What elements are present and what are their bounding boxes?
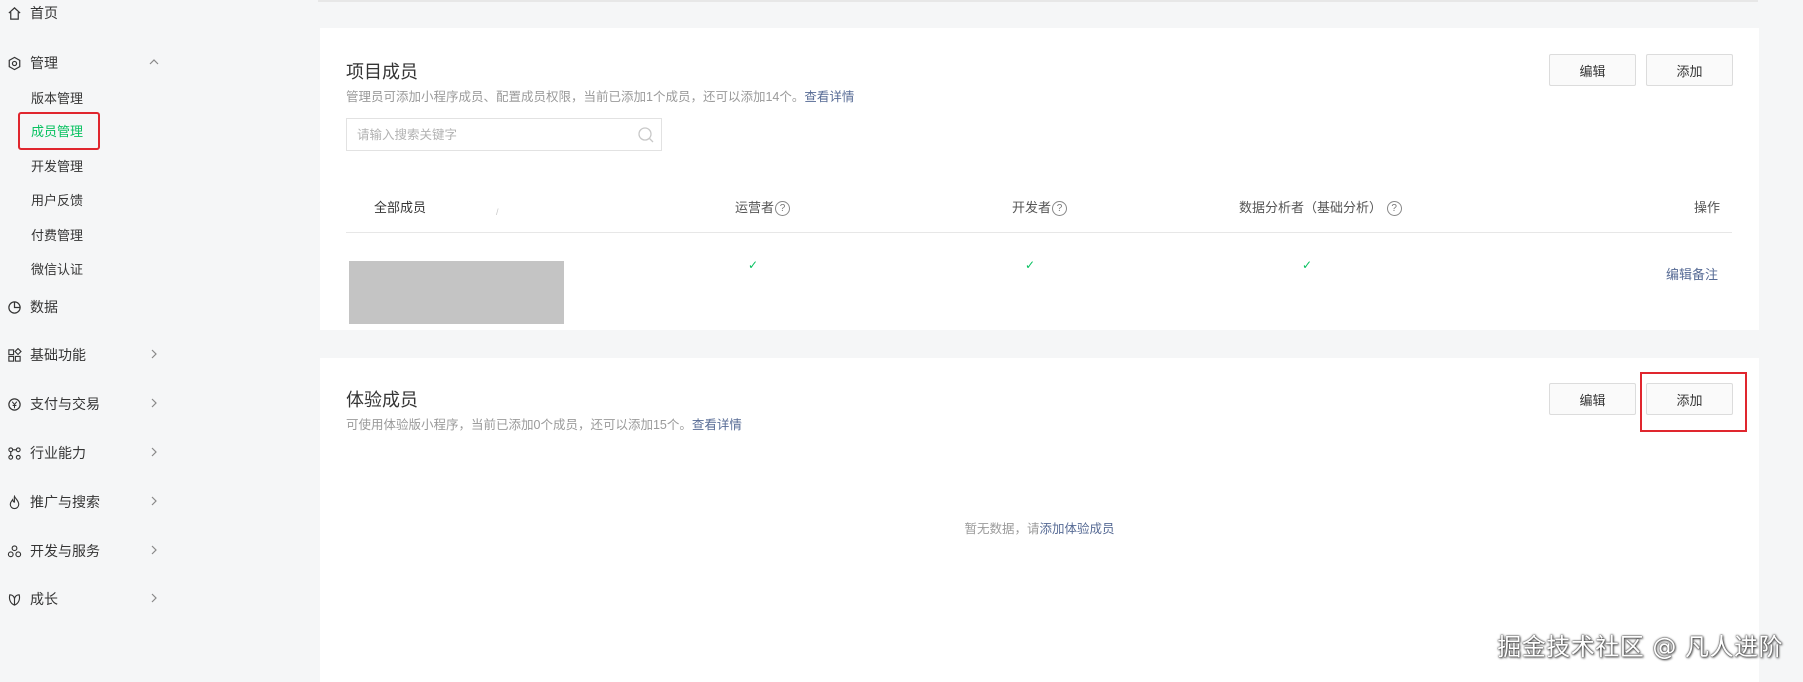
- trial-members-details-link[interactable]: 查看详情: [692, 418, 742, 432]
- col-all-members[interactable]: 全部成员: [374, 183, 426, 233]
- grid-icon: [6, 347, 22, 363]
- nav-sub-dev[interactable]: 开发管理: [31, 156, 83, 178]
- nav-sub-version[interactable]: 版本管理: [31, 88, 83, 110]
- member-search-input[interactable]: [347, 119, 631, 150]
- project-add-button[interactable]: 添加: [1646, 54, 1733, 86]
- nav-manage-label: 管理: [30, 55, 58, 71]
- col-actions-label: 操作: [1693, 200, 1720, 215]
- developer-check: ✓: [1025, 258, 1036, 272]
- trial-members-desc: 可使用体验版小程序，当前已添加0个成员，还可以添加15个。查看详情: [346, 414, 742, 433]
- nav-sub-feedback[interactable]: 用户反馈: [31, 190, 83, 212]
- nav-basic-features[interactable]: 基础功能: [6, 342, 161, 368]
- edit-note-link[interactable]: 编辑备注: [1666, 264, 1718, 283]
- nav-growth[interactable]: 成长: [6, 586, 161, 612]
- highlight-box-members: [18, 112, 100, 150]
- project-members-details-link[interactable]: 查看详情: [804, 90, 854, 104]
- nav-manage[interactable]: 管理: [6, 50, 161, 76]
- chevron-right-icon: [147, 445, 161, 459]
- nav-home-label: 首页: [30, 5, 58, 21]
- sidebar: 首页 管理 版本管理 成员管理 开发管理 用户反馈 付费管理 微信认证 数据 基…: [0, 0, 300, 682]
- pie-chart-icon: [6, 299, 22, 315]
- col-developer-label: 开发者: [1012, 200, 1052, 215]
- col-operator: 运营者?: [735, 183, 791, 233]
- hexagon-settings-icon: [6, 55, 22, 71]
- flame-icon: [6, 494, 22, 510]
- col-developer: 开发者?: [1012, 183, 1068, 233]
- highlight-box-add: [1640, 372, 1747, 432]
- nav-payment-trade-label: 支付与交易: [30, 396, 100, 412]
- chevron-right-icon: [147, 396, 161, 410]
- project-members-desc-text: 管理员可添加小程序成员、配置成员权限，当前已添加1个成员，还可以添加14个。: [346, 90, 805, 104]
- people-group-icon: [6, 543, 22, 559]
- col-operator-label: 运营者: [735, 200, 775, 215]
- chevron-right-icon: [147, 591, 161, 605]
- col-all-members-label: 全部成员: [374, 200, 427, 215]
- table-row: ✓ ✓ ✓ 编辑备注: [346, 234, 1732, 324]
- nav-home[interactable]: 首页: [6, 0, 161, 26]
- help-icon[interactable]: ?: [775, 201, 791, 217]
- col-filter-mark: /: [496, 207, 499, 217]
- yen-coin-icon: [6, 396, 22, 412]
- chevron-up-icon: [147, 55, 161, 69]
- project-members-desc: 管理员可添加小程序成员、配置成员权限，当前已添加1个成员，还可以添加14个。查看…: [346, 86, 854, 105]
- project-edit-button[interactable]: 编辑: [1549, 54, 1636, 86]
- home-icon: [6, 5, 22, 21]
- trial-empty-state: 暂无数据，请添加体验成员: [320, 518, 1759, 537]
- operator-check: ✓: [748, 258, 759, 272]
- nav-data[interactable]: 数据: [6, 294, 161, 320]
- col-analyst: 数据分析者（基础分析） ?: [1239, 183, 1402, 233]
- nav-dev-service-label: 开发与服务: [30, 543, 100, 559]
- add-trial-member-link[interactable]: 添加体验成员: [1040, 522, 1115, 536]
- nav-industry-label: 行业能力: [30, 445, 86, 461]
- col-actions: 操作: [1694, 183, 1720, 233]
- nav-sub-payment[interactable]: 付费管理: [31, 225, 83, 247]
- nav-industry[interactable]: 行业能力: [6, 440, 161, 466]
- chevron-right-icon: [147, 347, 161, 361]
- nav-data-label: 数据: [30, 299, 58, 315]
- watermark: 掘金技术社区 @ 凡人进阶: [1497, 633, 1783, 661]
- growth-leaf-icon: [6, 591, 22, 607]
- redacted-member-info: [349, 261, 564, 324]
- help-icon[interactable]: ?: [1386, 201, 1402, 217]
- nav-promotion[interactable]: 推广与搜索: [6, 489, 161, 515]
- help-icon[interactable]: ?: [1052, 201, 1068, 217]
- analyst-check: ✓: [1302, 258, 1313, 272]
- nav-basic-features-label: 基础功能: [30, 347, 86, 363]
- trial-edit-button[interactable]: 编辑: [1549, 383, 1636, 415]
- chevron-right-icon: [147, 494, 161, 508]
- project-members-title: 项目成员: [346, 62, 418, 82]
- nav-promotion-label: 推广与搜索: [30, 494, 100, 510]
- nav-sub-wechat-verify[interactable]: 微信认证: [31, 259, 83, 281]
- search-icon[interactable]: [631, 126, 661, 144]
- member-search-box: [346, 118, 662, 151]
- members-table-header: 全部成员 / 运营者? 开发者? 数据分析者（基础分析） ? 操作: [346, 183, 1732, 233]
- empty-text: 暂无数据，请: [964, 522, 1040, 536]
- nav-payment-trade[interactable]: 支付与交易: [6, 391, 161, 417]
- col-analyst-label: 数据分析者（基础分析）: [1239, 200, 1383, 215]
- nav-growth-label: 成长: [30, 591, 58, 607]
- chevron-right-icon: [147, 543, 161, 557]
- trial-members-desc-text: 可使用体验版小程序，当前已添加0个成员，还可以添加15个。: [346, 418, 692, 432]
- trial-members-title: 体验成员: [346, 390, 418, 410]
- top-divider: [318, 0, 1758, 2]
- nav-dev-service[interactable]: 开发与服务: [6, 538, 161, 564]
- nodes-icon: [6, 445, 22, 461]
- project-members-card: 项目成员 管理员可添加小程序成员、配置成员权限，当前已添加1个成员，还可以添加1…: [320, 28, 1759, 330]
